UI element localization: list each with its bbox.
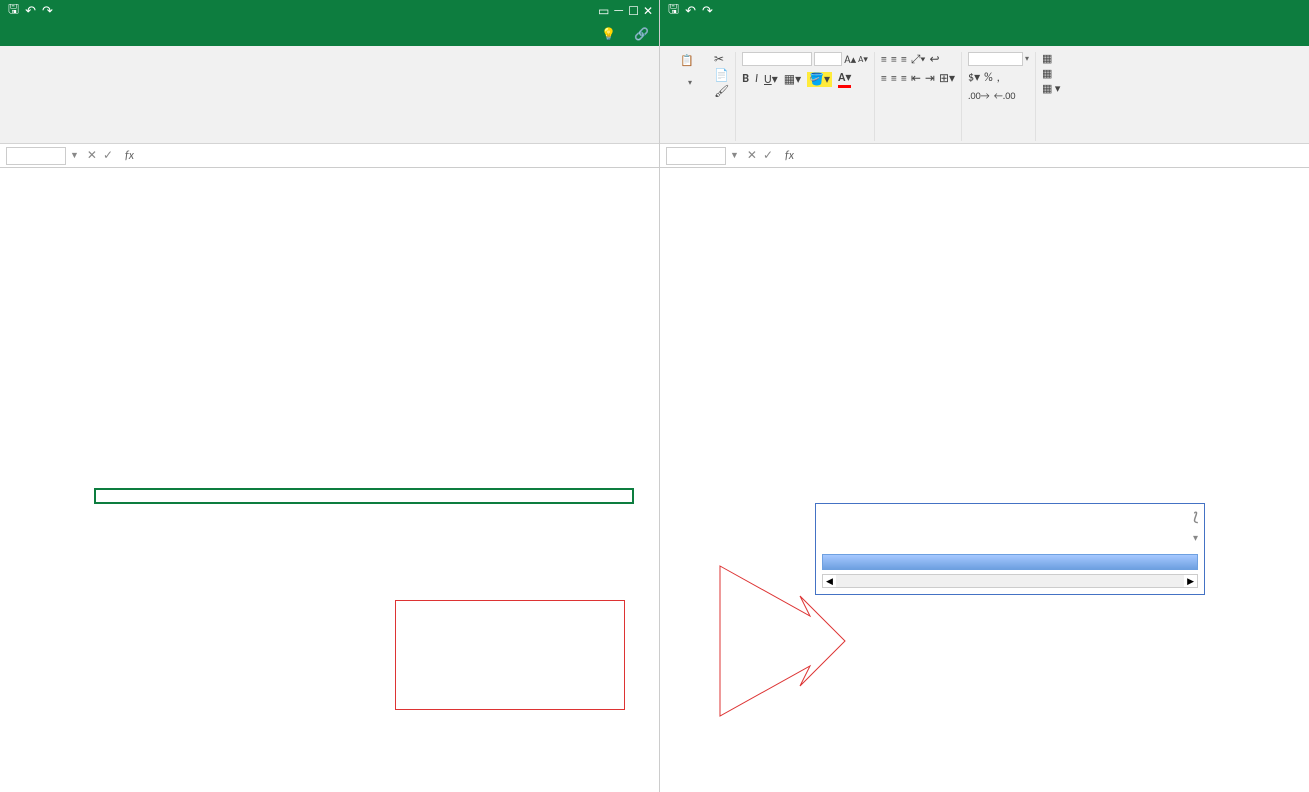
paste-button[interactable]: 📋 ▾ [670, 52, 710, 99]
undo-icon[interactable]: ↶ [25, 4, 36, 19]
formula-bar: ▼ ✕ ✓ fx [0, 144, 659, 168]
bold-icon[interactable]: B [742, 72, 749, 86]
timeline-slicer[interactable]: ⟅ ▾ ◀ ▶ [815, 503, 1205, 595]
font-color-icon[interactable]: A▾ [838, 70, 851, 88]
font-size-select[interactable] [814, 52, 842, 66]
underline-icon[interactable]: U▾ [764, 72, 778, 87]
scroll-right-icon[interactable]: ▶ [1184, 576, 1197, 587]
redo-icon[interactable]: ↷ [702, 4, 713, 19]
cancel-icon[interactable]: ✕ [747, 148, 757, 163]
fx-icon[interactable]: fx [121, 149, 138, 163]
align-right-icon[interactable]: ≡ [901, 72, 907, 86]
format-as-table-button[interactable]: ▦ [1042, 67, 1060, 80]
enter-icon[interactable]: ✓ [103, 148, 113, 163]
increase-decimal-icon[interactable]: .00→ [968, 89, 990, 102]
name-box[interactable] [6, 147, 66, 165]
sheet-area-left [0, 168, 659, 792]
italic-icon[interactable]: I [755, 72, 758, 86]
undo-icon[interactable]: ↶ [685, 4, 696, 19]
right-excel-window: 🖫 ↶ ↷ 📋 ▾ ✂ 📄 🖌 [660, 0, 1309, 792]
cut-icon[interactable]: ✂ [714, 52, 729, 67]
name-box-dd[interactable]: ▼ [730, 150, 739, 161]
cancel-icon[interactable]: ✕ [87, 148, 97, 163]
name-box[interactable] [666, 147, 726, 165]
scroll-left-icon[interactable]: ◀ [823, 576, 836, 587]
close-icon[interactable]: ✕ [643, 4, 653, 19]
enter-icon[interactable]: ✓ [763, 148, 773, 163]
name-box-dd[interactable]: ▼ [70, 150, 79, 161]
conditional-formatting-button[interactable]: ▦ [1042, 52, 1060, 65]
ribbon-tabs [660, 22, 1309, 46]
fill-color-icon[interactable]: 🪣▾ [807, 72, 832, 87]
share-icon: 🔗 [634, 27, 649, 42]
currency-icon[interactable]: $▾ [968, 70, 980, 85]
formula-input[interactable] [142, 148, 653, 164]
left-excel-window: 🖫 ↶ ↷ ▭ — ☐ ✕ 💡 🔗 ▼ ✕ ✓ fx [0, 0, 660, 792]
grow-font-icon[interactable]: A▴ [844, 53, 856, 66]
copy-icon[interactable]: 📄 [714, 68, 729, 83]
formula-bar: ▼ ✕ ✓ fx [660, 144, 1309, 168]
red-box-annotation [395, 600, 625, 710]
annotation-callout [94, 488, 634, 504]
clear-filter-icon[interactable]: ⟅ [1193, 510, 1198, 525]
tell-me-icon: 💡 [601, 27, 616, 42]
indent-inc-icon[interactable]: ⇥ [925, 71, 935, 86]
save-icon[interactable]: 🖫 [8, 0, 19, 22]
indent-dec-icon[interactable]: ⇤ [911, 71, 921, 86]
format-painter-icon[interactable]: 🖌 [714, 84, 729, 99]
align-middle-icon[interactable]: ≡ [891, 53, 897, 67]
clipboard-icon: 📋 [680, 54, 700, 74]
wrap-text-icon[interactable]: ↩ [929, 52, 939, 67]
cell-styles-button[interactable]: ▦ ▾ [1042, 82, 1060, 95]
maximize-icon[interactable]: ☐ [628, 4, 639, 19]
ribbon-analyze [0, 46, 659, 144]
align-left-icon[interactable]: ≡ [881, 72, 887, 86]
title-bar: 🖫 ↶ ↷ [660, 0, 1309, 22]
decrease-decimal-icon[interactable]: ←.00 [994, 89, 1016, 102]
timeline-range-bar[interactable] [822, 554, 1198, 570]
number-format-select[interactable] [968, 52, 1023, 66]
align-bottom-icon[interactable]: ≡ [901, 53, 907, 67]
percent-icon[interactable]: % [984, 71, 993, 85]
sheet-area-right: ⟅ ▾ ◀ ▶ [660, 168, 1309, 792]
align-top-icon[interactable]: ≡ [881, 53, 887, 67]
align-center-icon[interactable]: ≡ [891, 72, 897, 86]
save-icon[interactable]: 🖫 [668, 0, 679, 22]
title-bar: 🖫 ↶ ↷ ▭ — ☐ ✕ [0, 0, 659, 22]
merge-icon[interactable]: ⊞▾ [939, 71, 955, 86]
orientation-icon[interactable]: ⤢▾ [911, 53, 926, 67]
border-icon[interactable]: ▦▾ [784, 72, 801, 87]
redo-icon[interactable]: ↷ [42, 4, 53, 19]
ribbon-tabs: 💡 🔗 [0, 22, 659, 46]
comma-icon[interactable]: , [997, 71, 1000, 85]
font-name-select[interactable] [742, 52, 812, 66]
shrink-font-icon[interactable]: A▾ [858, 54, 868, 65]
ribbon-options-icon[interactable]: ▭ [598, 4, 609, 19]
fx-icon[interactable]: fx [781, 149, 798, 163]
timeline-scrollbar[interactable]: ◀ ▶ [822, 574, 1198, 588]
formula-input[interactable] [802, 148, 1303, 164]
ribbon-home: 📋 ▾ ✂ 📄 🖌 A▴ A▾ [660, 46, 1309, 144]
timeline-axis [822, 546, 1198, 554]
minimize-icon[interactable]: — [613, 4, 624, 19]
